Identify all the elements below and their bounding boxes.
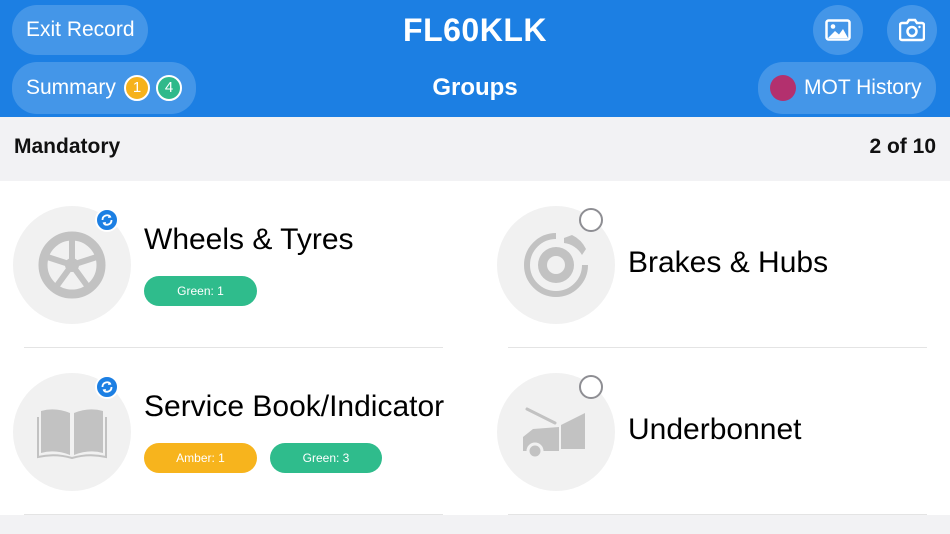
wheel-icon [38, 231, 106, 299]
group-name: Wheels & Tyres [144, 223, 354, 256]
car-bonnet-icon [523, 407, 585, 459]
sync-status-icon [95, 208, 119, 232]
section-title: Mandatory [14, 135, 121, 158]
incomplete-status-icon [579, 375, 603, 399]
group-name: Brakes & Hubs [628, 246, 829, 279]
group-tile-underbonnet[interactable]: Underbonnet [484, 348, 950, 515]
group-tile-brakes-hubs[interactable]: Brakes & Hubs [484, 181, 950, 348]
camera-button[interactable] [887, 5, 937, 55]
image-icon [825, 19, 851, 41]
incomplete-status-icon [579, 208, 603, 232]
group-name: Underbonnet [628, 413, 802, 446]
book-icon [37, 409, 107, 459]
green-result-chip: Green: 3 [270, 443, 382, 473]
row-divider [24, 514, 443, 515]
brake-disc-icon [524, 233, 588, 297]
section-progress: 2 of 10 [869, 135, 936, 158]
mot-history-label: MOT History [804, 76, 922, 99]
top-bar: Exit Record FL60KLK Summary 1 4 Groups M… [0, 0, 950, 117]
amber-result-chip: Amber: 1 [144, 443, 257, 473]
group-tile-wheels-tyres[interactable]: Wheels & Tyres Green: 1 [0, 181, 475, 348]
row-divider [508, 514, 927, 515]
group-tile-service-book[interactable]: Service Book/Indicator Amber: 1 Green: 3 [0, 348, 475, 515]
vehicle-registration-title: FL60KLK [403, 12, 547, 48]
sync-status-icon [95, 375, 119, 399]
group-name: Service Book/Indicator [144, 390, 445, 423]
groups-grid: Wheels & Tyres Green: 1 Brakes & Hubs Se… [0, 181, 950, 515]
gallery-button[interactable] [813, 5, 863, 55]
mot-status-dot [770, 75, 796, 101]
mot-history-button[interactable]: MOT History [758, 62, 936, 114]
camera-icon [899, 18, 925, 42]
green-result-chip: Green: 1 [144, 276, 257, 306]
section-header: Mandatory 2 of 10 [0, 117, 950, 181]
